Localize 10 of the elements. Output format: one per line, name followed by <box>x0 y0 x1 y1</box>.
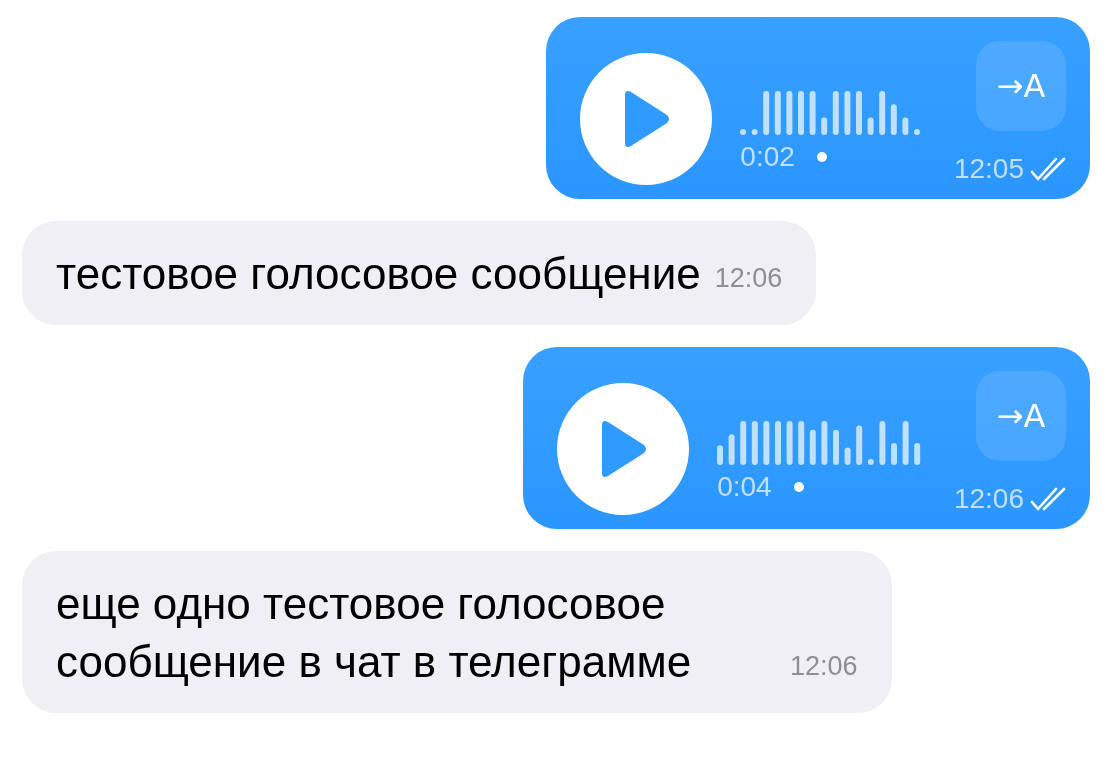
message-text: тестовое голосовое сообщение <box>56 248 701 300</box>
message-time: 12:06 <box>714 262 783 295</box>
voice-duration: 0:02 <box>740 141 795 173</box>
voice-duration: 0:04 <box>717 471 772 503</box>
message-time: 12:05 <box>953 153 1024 185</box>
transcribe-button[interactable]: →A <box>976 41 1066 131</box>
message-time: 12:06 <box>953 483 1024 515</box>
message-time: 12:06 <box>790 650 858 683</box>
transcribe-button[interactable]: →A <box>976 371 1066 461</box>
message-text: еще одно тестовое голосовое сообщение в чат в телеграмме <box>56 578 693 688</box>
